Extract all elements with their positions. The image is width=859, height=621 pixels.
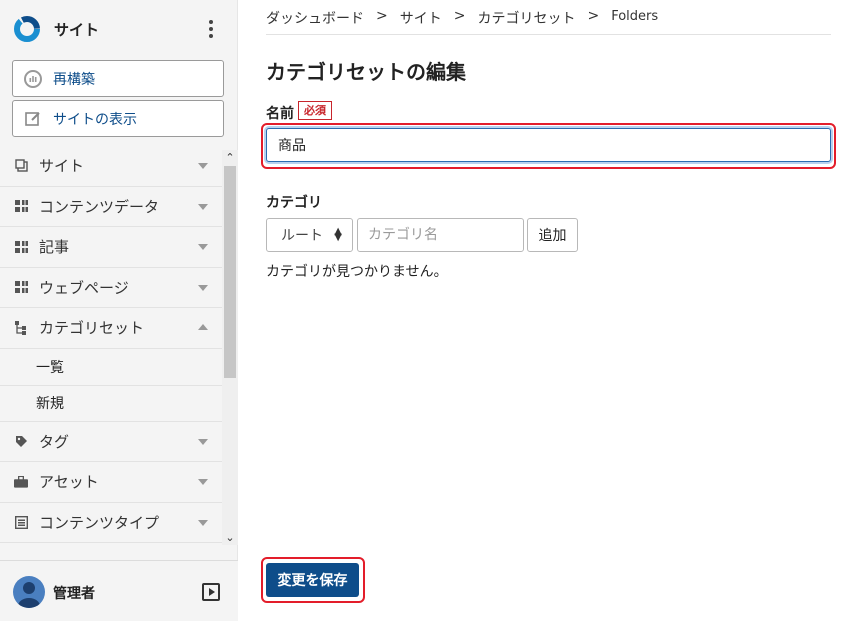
sidebar-item-content-data[interactable]: コンテンツデータ	[0, 187, 222, 227]
scrollbar-thumb[interactable]	[224, 166, 236, 378]
site-name: サイト	[54, 21, 100, 39]
rebuild-button[interactable]: 再構築	[12, 60, 224, 97]
sidebar: サイト 再構築 サイトの表示 サイト コンテンツデータ 記事 ウェブページ カテ…	[0, 0, 238, 621]
breadcrumb: ダッシュボード > サイト > カテゴリセット > Folders	[266, 8, 658, 28]
grid-icon	[14, 280, 28, 294]
sidebar-item-label: タグ	[39, 432, 70, 451]
rebuild-label: 再構築	[53, 71, 95, 88]
user-name: 管理者	[53, 586, 95, 602]
user-bar: 管理者	[0, 560, 238, 621]
sidebar-item-category-sets[interactable]: カテゴリセット	[0, 308, 222, 349]
play-icon[interactable]	[202, 583, 220, 601]
sidebar-subitem-new[interactable]: 新規	[0, 386, 222, 422]
edit-icon	[23, 109, 43, 129]
logo-icon	[14, 16, 40, 42]
scroll-down-icon[interactable]: ⌄	[222, 530, 238, 544]
sidebar-item-label: サイト	[39, 157, 85, 176]
name-label: 名前	[266, 106, 294, 122]
sidebar-item-assets[interactable]: アセット	[0, 462, 222, 503]
hierarchy-icon	[14, 320, 28, 335]
breadcrumb-separator: >	[453, 8, 466, 24]
chevron-down-icon	[198, 203, 208, 210]
sidebar-subitem-label: 新規	[36, 396, 64, 412]
sidebar-item-label: ウェブページ	[39, 278, 129, 297]
parent-category-select[interactable]: ルート ▲ ▼	[266, 218, 353, 252]
add-category-button[interactable]: 追加	[527, 218, 578, 252]
avatar[interactable]	[13, 576, 45, 608]
view-site-button[interactable]: サイトの表示	[12, 100, 224, 137]
sidebar-item-site[interactable]: サイト	[0, 146, 222, 187]
rebuild-icon	[23, 69, 43, 89]
category-label: カテゴリ	[266, 195, 322, 211]
name-input[interactable]	[266, 128, 831, 162]
chevron-down-icon	[198, 479, 208, 485]
chevron-down-icon	[198, 438, 208, 445]
tag-icon	[14, 434, 28, 448]
breadcrumb-separator: >	[587, 8, 600, 24]
chevron-down-icon	[198, 284, 208, 291]
save-button[interactable]: 変更を保存	[266, 563, 359, 597]
sidebar-subitem-label: 一覧	[36, 359, 64, 376]
sidebar-nav: サイト コンテンツデータ 記事 ウェブページ カテゴリセット 一覧 新規 タグ …	[0, 146, 222, 546]
sidebar-subitem-list[interactable]: 一覧	[0, 349, 222, 386]
sidebar-item-entries[interactable]: 記事	[0, 227, 222, 268]
parent-category-value: ルート	[281, 228, 323, 244]
brand-header: サイト	[0, 0, 238, 58]
sidebar-item-tags[interactable]: タグ	[0, 422, 222, 462]
chevron-down-icon	[198, 519, 208, 526]
chevron-down-icon	[198, 244, 208, 250]
grid-icon	[14, 240, 28, 254]
breadcrumb-separator: >	[376, 8, 388, 24]
breadcrumb-category-sets[interactable]: カテゴリセット	[477, 8, 575, 28]
category-name-input[interactable]	[357, 218, 524, 252]
breadcrumb-dashboard[interactable]: ダッシュボード	[266, 8, 364, 28]
sidebar-item-webpages[interactable]: ウェブページ	[0, 268, 222, 308]
sidebar-item-label: カテゴリセット	[39, 319, 145, 338]
copy-icon	[14, 159, 28, 173]
sidebar-item-content-types[interactable]: コンテンツタイプ	[0, 503, 222, 543]
sidebar-item-label: 記事	[39, 238, 70, 257]
chevron-down-icon	[198, 163, 208, 169]
view-site-label: サイトの表示	[53, 111, 137, 128]
grid-icon	[14, 199, 28, 213]
scroll-up-icon[interactable]: ⌃	[222, 150, 238, 164]
page-title: カテゴリセットの編集	[266, 60, 466, 84]
breadcrumb-site[interactable]: サイト	[400, 8, 442, 28]
sidebar-item-label: コンテンツタイプ	[39, 513, 160, 532]
more-options-icon[interactable]	[204, 18, 218, 40]
chevron-up-icon	[198, 324, 208, 330]
sidebar-item-label: アセット	[39, 473, 99, 492]
sidebar-item-label: コンテンツデータ	[39, 197, 160, 216]
required-badge: 必須	[298, 101, 332, 120]
content-type-icon	[14, 515, 28, 529]
divider	[266, 34, 831, 35]
breadcrumb-current: Folders	[611, 9, 659, 24]
briefcase-icon	[14, 475, 28, 489]
empty-message: カテゴリが見つかりません。	[266, 264, 448, 280]
select-arrows-icon: ▲ ▼	[334, 226, 342, 243]
